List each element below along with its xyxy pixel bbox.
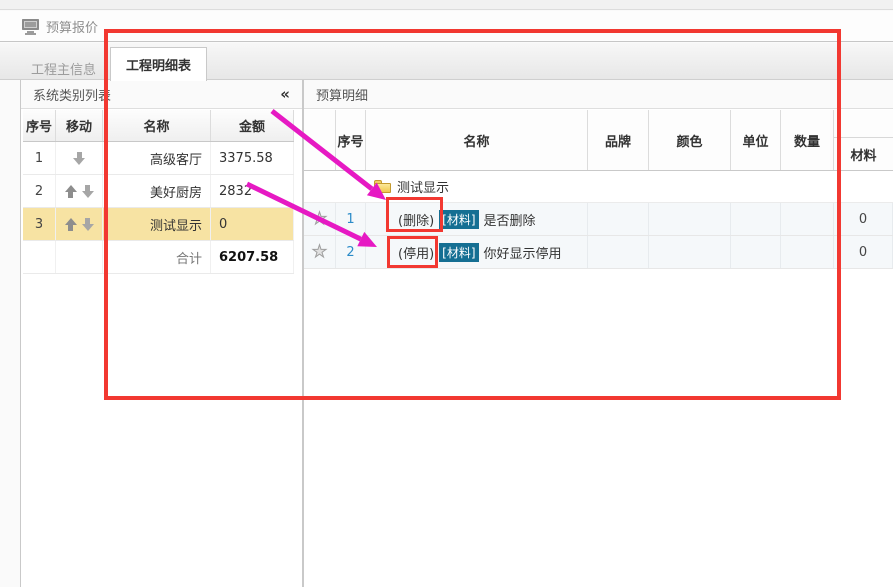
col-favorite <box>304 110 336 170</box>
col-unit: 单位 <box>731 110 781 170</box>
material-value: 0 <box>834 203 893 235</box>
col-no: 序号 <box>336 110 366 170</box>
favorite-star-icon[interactable]: ★ <box>312 244 327 261</box>
col-name: 名称 <box>103 110 211 141</box>
group-label: 测试显示 <box>397 177 449 196</box>
right-panel-title: 预算明细 <box>316 85 368 104</box>
item-name: 是否删除 <box>484 210 536 229</box>
left-panel-header: 系统类别列表 « <box>21 80 302 109</box>
toolbar: 预算报价 <box>0 11 893 42</box>
monitor-icon <box>22 19 39 34</box>
move-down-button[interactable] <box>82 185 94 198</box>
col-qty: 数量 <box>781 110 834 170</box>
category-name: 测试显示 <box>103 208 211 240</box>
color-cell <box>649 203 731 235</box>
total-label: 合计 <box>103 241 211 273</box>
material-badge: [材料] <box>439 243 478 262</box>
detail-row[interactable]: ★ 1 (删除) [材料] 是否删除 0 <box>304 203 893 236</box>
col-amount: 金额 <box>211 110 294 141</box>
col-name: 名称 <box>366 110 588 170</box>
detail-row[interactable]: ★ 2 (停用) [材料] 你好显示停用 0 <box>304 236 893 269</box>
col-no: 序号 <box>23 110 56 141</box>
unit-cell <box>731 203 781 235</box>
favorite-star-icon[interactable]: ★ <box>312 211 327 228</box>
move-down-button[interactable] <box>82 218 94 231</box>
category-table: 序号 移动 名称 金额 1 高级客厅 3375.58 2 <box>23 110 294 274</box>
item-name: 你好显示停用 <box>484 243 562 262</box>
budget-detail-table: 序号 名称 品牌 颜色 单位 数量 材料 测试显示 ★ 1 (删除) [材料] … <box>304 110 893 269</box>
col-material: 材料 <box>834 137 893 170</box>
left-panel-title: 系统类别列表 <box>33 85 111 104</box>
qty-cell <box>781 203 834 235</box>
category-amount: 3375.58 <box>211 142 294 174</box>
row-number-link[interactable]: 2 <box>336 236 366 268</box>
brand-cell <box>588 236 649 268</box>
move-down-button[interactable] <box>73 152 85 165</box>
group-row[interactable]: 测试显示 <box>304 171 893 203</box>
status-text: (停用) <box>398 243 434 262</box>
category-amount: 0 <box>211 208 294 240</box>
category-row[interactable]: 1 高级客厅 3375.58 <box>23 142 294 175</box>
tab-project-detail-sheet[interactable]: 工程明细表 <box>110 47 207 81</box>
row-number-link[interactable]: 1 <box>336 203 366 235</box>
material-value: 0 <box>834 236 893 268</box>
tab-strip: 工程主信息 工程明细表 <box>0 43 893 80</box>
total-value: 6207.58 <box>211 241 294 273</box>
col-material-group: 材料 <box>834 110 893 170</box>
page-title: 预算报价 <box>46 17 98 36</box>
tab-project-main-info[interactable]: 工程主信息 <box>31 59 96 82</box>
folder-icon <box>374 180 391 193</box>
category-total-row: 合计 6207.58 <box>23 241 294 274</box>
status-text: (删除) <box>398 210 434 229</box>
right-panel-header: 预算明细 <box>304 80 893 109</box>
brand-cell <box>588 203 649 235</box>
move-up-button[interactable] <box>65 185 77 198</box>
col-move: 移动 <box>56 110 103 141</box>
category-name: 高级客厅 <box>103 142 211 174</box>
category-row-selected[interactable]: 3 测试显示 0 <box>23 208 294 241</box>
category-name: 美好厨房 <box>103 175 211 207</box>
collapse-panel-button[interactable]: « <box>280 85 290 103</box>
material-badge: [材料] <box>439 210 478 229</box>
category-amount: 2832 <box>211 175 294 207</box>
budget-table-header: 序号 名称 品牌 颜色 单位 数量 材料 <box>304 110 893 171</box>
unit-cell <box>731 236 781 268</box>
category-row[interactable]: 2 美好厨房 2832 <box>23 175 294 208</box>
col-brand: 品牌 <box>588 110 649 170</box>
system-category-panel: 系统类别列表 « 序号 移动 名称 金额 1 高级客厅 3375.58 2 <box>20 80 302 587</box>
color-cell <box>649 236 731 268</box>
top-divider <box>0 0 893 10</box>
budget-detail-panel: 预算明细 序号 名称 品牌 颜色 单位 数量 材料 测试显示 ★ 1 ( <box>302 80 893 587</box>
category-table-header: 序号 移动 名称 金额 <box>23 110 294 142</box>
move-up-button[interactable] <box>65 218 77 231</box>
col-color: 颜色 <box>649 110 731 170</box>
qty-cell <box>781 236 834 268</box>
